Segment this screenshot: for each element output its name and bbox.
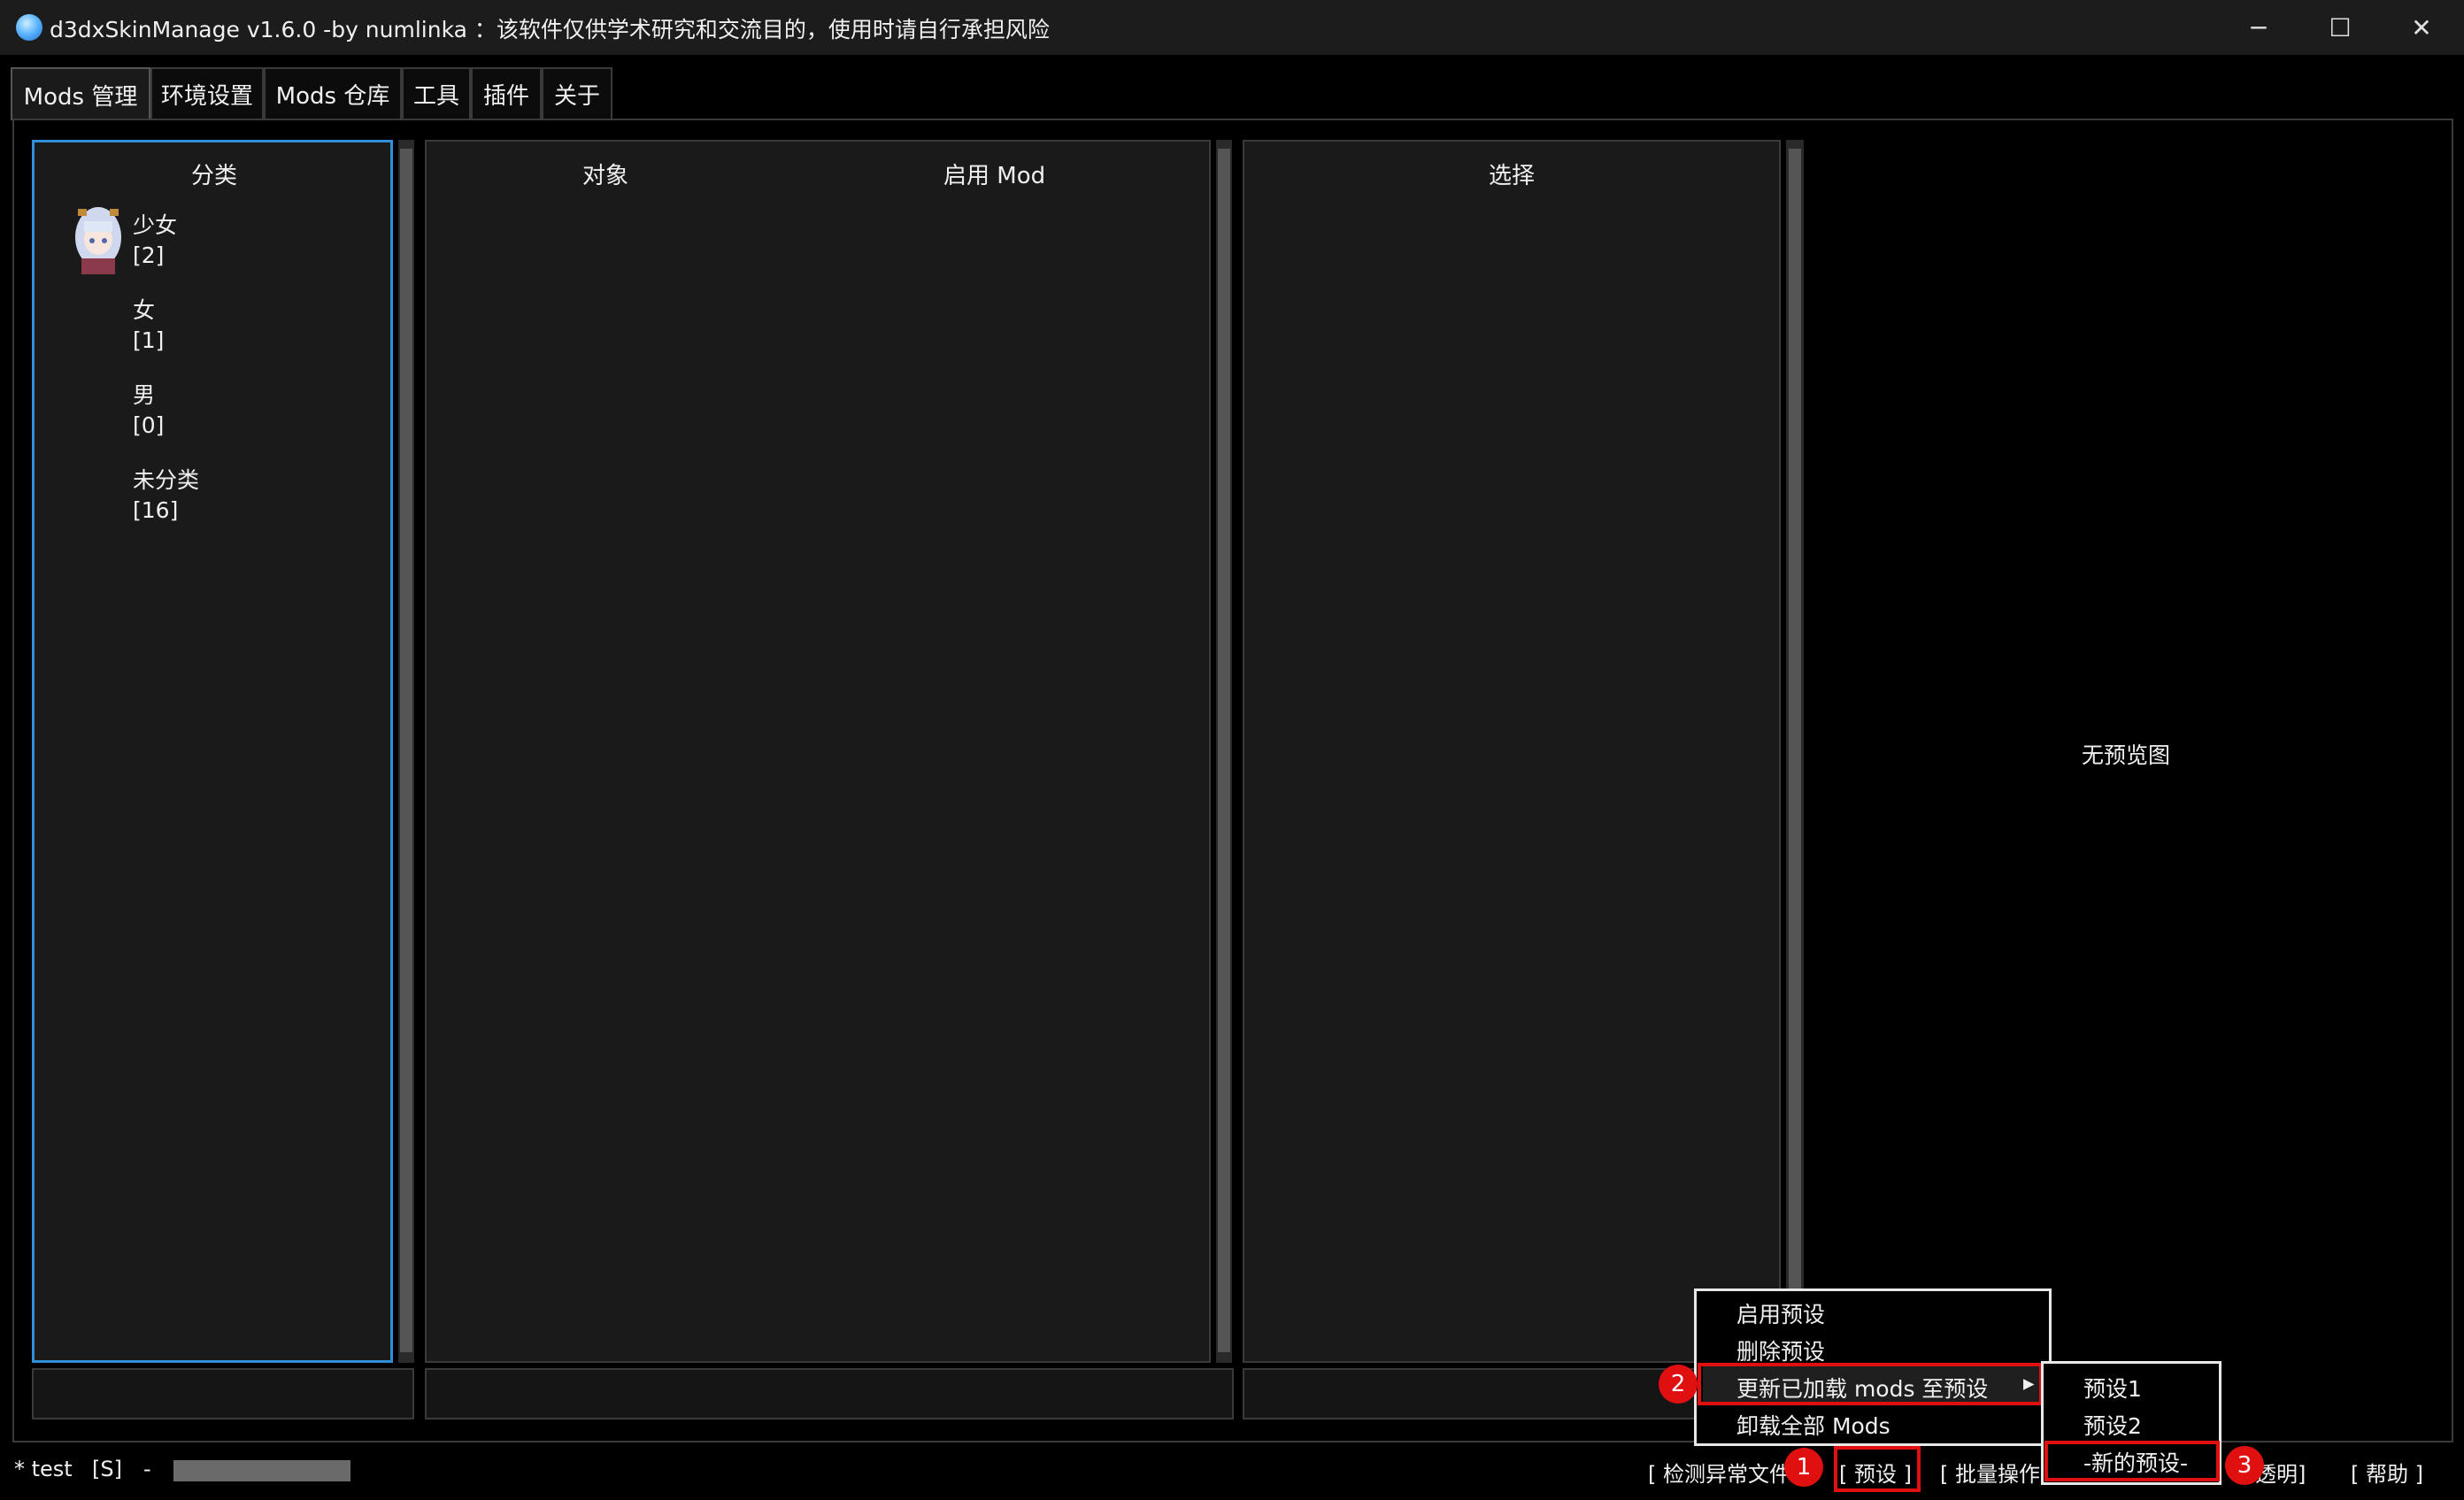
girl-avatar-icon xyxy=(73,204,124,274)
minimize-button[interactable]: ─ xyxy=(2218,0,2299,55)
annotation-box-update-loaded xyxy=(1698,1363,2043,1405)
tab-mods-repo[interactable]: Mods 仓库 xyxy=(264,67,402,119)
category-count: [1] xyxy=(133,327,165,353)
menu-item-unload-all-mods[interactable]: 卸载全部 Mods xyxy=(1736,1409,1890,1441)
tab-mods-manage[interactable]: Mods 管理 xyxy=(11,67,150,120)
object-panel[interactable] xyxy=(425,140,1211,1363)
tab-tools[interactable]: 工具 xyxy=(402,67,471,119)
scrollbar-thumb[interactable] xyxy=(1218,149,1230,1352)
menu-item-enable-preset[interactable]: 启用预设 xyxy=(1736,1297,1825,1329)
category-name: 男 xyxy=(133,382,156,408)
enabled-mod-header: 启用 Mod xyxy=(943,163,1046,189)
tab-about[interactable]: 关于 xyxy=(542,67,612,119)
status-dash: - xyxy=(143,1457,151,1481)
annotation-badge-3: 3 xyxy=(2225,1446,2264,1485)
annotation-box-preset xyxy=(1834,1446,1921,1492)
scrollbar-thumb[interactable] xyxy=(1789,149,1801,1352)
category-filter-input[interactable] xyxy=(32,1368,414,1419)
select-header: 选择 xyxy=(1489,163,1536,189)
batch-operation-link[interactable]: [ 批量操作 xyxy=(1940,1457,2040,1488)
annotation-box-new-preset xyxy=(2044,1441,2220,1481)
tab-plugins[interactable]: 插件 xyxy=(471,67,542,119)
maximize-button[interactable]: ☐ xyxy=(2299,0,2381,55)
submenu-item-preset1[interactable]: 预设1 xyxy=(2083,1372,2142,1404)
category-header: 分类 xyxy=(191,163,238,189)
select-panel[interactable] xyxy=(1243,140,1781,1363)
category-name: 未分类 xyxy=(133,467,200,493)
app-logo-icon xyxy=(16,14,42,41)
help-link[interactable]: [ 帮助 ] xyxy=(2351,1457,2423,1488)
no-preview-text: 无预览图 xyxy=(2082,742,2171,768)
annotation-badge-2: 2 xyxy=(1659,1365,1698,1404)
category-count: [2] xyxy=(133,242,165,268)
category-count: [0] xyxy=(133,412,165,438)
submenu-item-preset2[interactable]: 预设2 xyxy=(2083,1409,2142,1441)
object-header: 对象 xyxy=(582,163,629,189)
detect-abnormal-files-link[interactable]: [ 检测异常文件 xyxy=(1648,1457,1790,1488)
category-name: 少女 xyxy=(133,212,178,238)
select-scrollbar[interactable] xyxy=(1786,140,1804,1363)
category-panel[interactable] xyxy=(32,140,393,1363)
category-item-girl[interactable]: 少女 [2] xyxy=(133,211,177,271)
window-title: d3dxSkinManage v1.6.0 -by numlinka ：该软件仅… xyxy=(50,17,1050,42)
object-scrollbar[interactable] xyxy=(1216,140,1232,1363)
category-name: 女 xyxy=(133,297,156,323)
close-button[interactable]: ✕ xyxy=(2381,0,2462,55)
current-profile: * test xyxy=(14,1457,73,1481)
category-item-uncategorized[interactable]: 未分类 [16] xyxy=(133,465,199,526)
scrollbar-thumb[interactable] xyxy=(400,149,412,1352)
status-flag: [S] xyxy=(92,1457,122,1481)
progress-bar xyxy=(173,1460,350,1481)
category-scrollbar[interactable] xyxy=(398,140,414,1363)
category-item-female[interactable]: 女 [1] xyxy=(133,296,164,356)
category-count: [16] xyxy=(133,497,179,523)
object-filter-input[interactable] xyxy=(425,1368,1234,1419)
tab-env-settings[interactable]: 环境设置 xyxy=(150,67,264,119)
menu-item-delete-preset[interactable]: 删除预设 xyxy=(1736,1335,1825,1366)
annotation-badge-1: 1 xyxy=(1784,1448,1823,1487)
category-item-male[interactable]: 男 [0] xyxy=(133,381,164,441)
